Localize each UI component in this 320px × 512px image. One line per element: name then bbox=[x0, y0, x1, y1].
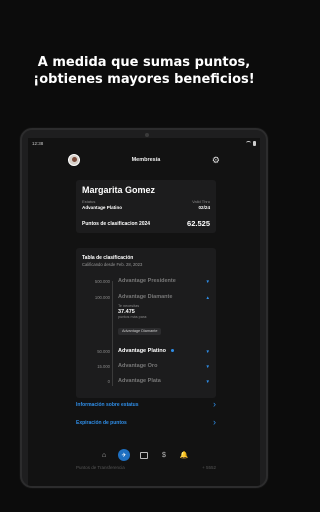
status-info-link[interactable]: Información sobre estatus › bbox=[76, 400, 216, 409]
bell-icon[interactable]: 🔔 bbox=[178, 449, 190, 461]
points-label: Puntos de clasificacion 2024 bbox=[82, 220, 151, 227]
points-expiry-label: Expiración de puntos bbox=[76, 419, 127, 426]
battery-icon bbox=[253, 140, 256, 146]
app-screen: 12:38 Membresía ⚙ Margarita Gomez Estatu… bbox=[28, 138, 260, 486]
tier-row[interactable]: 0 Advantage Plata ▼ bbox=[84, 378, 210, 384]
status-value: Advantage Platino bbox=[82, 205, 123, 210]
points-needed: Te necesitas 37.475 puntos más para: Adv… bbox=[118, 304, 162, 337]
valid-thru-value: 02/24 bbox=[198, 205, 211, 210]
chevron-right-icon: › bbox=[213, 399, 216, 409]
chevron-up-icon[interactable]: ▲ bbox=[206, 295, 210, 300]
tier-threshold: 100.000 bbox=[94, 294, 110, 300]
status-bar: 12:38 bbox=[28, 138, 260, 148]
membership-icon[interactable]: ✈ bbox=[118, 449, 130, 461]
home-icon[interactable]: ⌂ bbox=[98, 449, 110, 461]
faded-row-right: + 5552 bbox=[202, 465, 216, 470]
table-subtitle: Calificando desde Feb. 28, 2023 bbox=[82, 262, 143, 267]
status-time: 12:38 bbox=[32, 140, 44, 146]
faded-row-left: Puntos de Transferencia bbox=[76, 465, 125, 470]
chevron-down-icon[interactable]: ▼ bbox=[206, 349, 210, 354]
faded-row: Puntos de Transferencia + 5552 bbox=[76, 465, 216, 470]
tier-name: Advantage Presidente bbox=[118, 278, 176, 284]
target-tier-chip: Advantage Diamante bbox=[118, 327, 162, 335]
current-tier-dot bbox=[170, 349, 174, 353]
need-suffix: puntos más para: bbox=[118, 315, 148, 319]
wifi-icon bbox=[246, 141, 251, 145]
page-title: Membresía bbox=[131, 157, 161, 163]
card-icon[interactable] bbox=[138, 449, 150, 461]
member-name: Margarita Gomez bbox=[82, 185, 156, 195]
chevron-right-icon: › bbox=[213, 417, 216, 427]
chevron-down-icon[interactable]: ▼ bbox=[206, 364, 210, 369]
table-title: Tabla de clasificación bbox=[82, 255, 134, 261]
tier-name: Advantage Diamante bbox=[118, 294, 173, 300]
avatar[interactable] bbox=[68, 154, 80, 166]
tier-row[interactable]: 15.000 Advantage Oro ▼ bbox=[84, 363, 210, 369]
app-bar: Membresía ⚙ bbox=[28, 148, 260, 172]
gear-icon[interactable]: ⚙ bbox=[212, 155, 220, 165]
chevron-down-icon[interactable]: ▼ bbox=[206, 279, 210, 284]
tier-name: Advantage Plata bbox=[118, 378, 161, 384]
promo-headline: A medida que sumas puntos, ¡obtienes may… bbox=[0, 54, 288, 88]
profile-card: Margarita Gomez Estatus Advantage Platin… bbox=[76, 180, 216, 233]
tier-threshold: 50.000 bbox=[97, 348, 110, 354]
dollar-icon[interactable]: $ bbox=[158, 449, 170, 461]
status-icons bbox=[246, 140, 256, 146]
classification-table: Tabla de clasificación Calificando desde… bbox=[76, 248, 216, 398]
status-info-label: Información sobre estatus bbox=[76, 401, 139, 408]
points-expiry-link[interactable]: Expiración de puntos › bbox=[76, 418, 216, 427]
tier-row[interactable]: 500.000 Advantage Presidente ▼ bbox=[84, 278, 210, 284]
tier-name: Advantage Oro bbox=[118, 363, 158, 369]
tier-threshold: 0 bbox=[107, 378, 110, 384]
chevron-down-icon[interactable]: ▼ bbox=[206, 379, 210, 384]
need-label: Te necesitas bbox=[118, 304, 140, 308]
valid-thru-label: Valid Thru bbox=[192, 199, 210, 204]
tier-name: Advantage Platino bbox=[118, 348, 206, 354]
status-label: Estatus bbox=[82, 199, 96, 204]
tier-name-text: Advantage Platino bbox=[118, 348, 166, 354]
tablet-frame: 12:38 Membresía ⚙ Margarita Gomez Estatu… bbox=[20, 128, 268, 488]
promo-line-1: A medida que sumas puntos, bbox=[37, 55, 251, 70]
tier-threshold: 500.000 bbox=[94, 278, 110, 284]
camera-icon bbox=[145, 133, 149, 137]
tier-row-current[interactable]: 50.000 Advantage Platino ▼ bbox=[84, 348, 210, 354]
tier-row[interactable]: 100.000 Advantage Diamante ▲ bbox=[84, 294, 210, 300]
bottom-nav: ⌂ ✈ $ 🔔 bbox=[98, 447, 190, 463]
tier-threshold: 15.000 bbox=[97, 363, 110, 369]
points-value: 62.525 bbox=[187, 219, 210, 228]
promo-line-2: ¡obtienes mayores beneficios! bbox=[33, 72, 255, 87]
